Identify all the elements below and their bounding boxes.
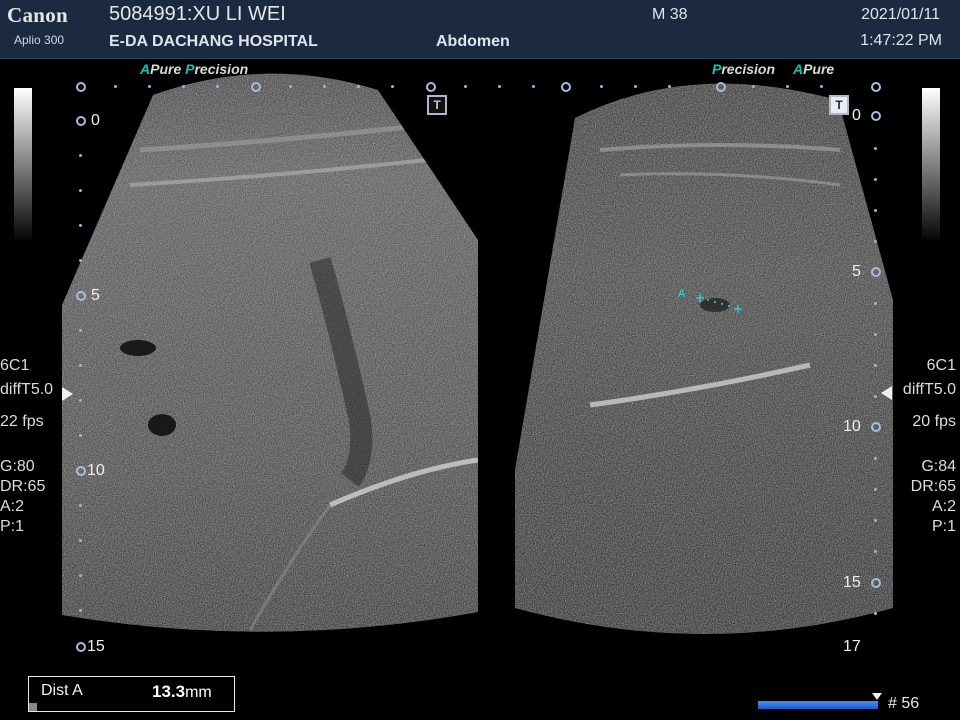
- left-depth-dot: [79, 609, 82, 612]
- right-transducer: 6C1: [926, 357, 956, 374]
- left-depth-dot: [79, 189, 82, 192]
- right-depth-dot: [874, 457, 877, 460]
- left-brand-label: APure Precision: [140, 61, 249, 77]
- left-filter: diffT5.0: [0, 381, 54, 398]
- top-scale-ring: [76, 82, 86, 92]
- top-scale-dot: [289, 85, 292, 88]
- left-orientation-marker: T: [427, 95, 447, 115]
- right-depth-label: 5: [852, 263, 861, 280]
- right-focus-marker-icon: [881, 386, 892, 400]
- cine-position-marker-icon[interactable]: [872, 693, 882, 700]
- top-scale-dot: [820, 85, 823, 88]
- right-depth-dot: [874, 240, 877, 243]
- right-depth-dot: [874, 395, 877, 398]
- top-scale-dot: [148, 85, 151, 88]
- top-scale-dot: [634, 85, 637, 88]
- right-depth-label: 0: [852, 107, 861, 124]
- left-depth-dot: [79, 574, 82, 577]
- top-scale-ring: [426, 82, 436, 92]
- left-depth-dot: [79, 434, 82, 437]
- left-depth-ring: [76, 642, 86, 652]
- right-depth-dot: [874, 364, 877, 367]
- left-depth-dot: [79, 399, 82, 402]
- right-depth-ring: [871, 578, 881, 588]
- right-depth-label: 15: [843, 574, 861, 591]
- right-depth-dot: [874, 550, 877, 553]
- left-grayscale-bar: [14, 88, 32, 243]
- top-scale-ring: [871, 82, 881, 92]
- frame-number: # 56: [888, 695, 920, 712]
- left-depth-label: 15: [87, 638, 105, 655]
- right-dynamic-range: DR:65: [910, 478, 956, 495]
- ultrasound-images: [62, 73, 893, 635]
- left-depth-dot: [79, 539, 82, 542]
- top-scale-ring: [251, 82, 261, 92]
- top-scale-dot: [216, 85, 219, 88]
- right-depth-dot: [874, 519, 877, 522]
- measurement-box-corner: [29, 703, 37, 711]
- top-scale-dot: [391, 85, 394, 88]
- left-focus-marker-icon: [62, 387, 73, 401]
- right-depth-dot: [874, 209, 877, 212]
- top-scale-dot: [357, 85, 360, 88]
- left-depth-label: 10: [87, 462, 105, 479]
- right-depth-dot: [874, 612, 877, 615]
- measurement-label: Dist A: [41, 682, 83, 699]
- left-depth-dot: [79, 364, 82, 367]
- top-scale-ring: [561, 82, 571, 92]
- right-depth-ring: [871, 422, 881, 432]
- right-ultrasound-image: [515, 83, 893, 635]
- left-depth-dot: [79, 329, 82, 332]
- right-frame-rate: 20 fps: [912, 413, 956, 430]
- left-depth-ring: [76, 116, 86, 126]
- left-depth-label: 0: [91, 112, 100, 129]
- top-scale-dot: [668, 85, 671, 88]
- measurement-box: Dist A 13.3mm: [28, 676, 235, 712]
- left-p-setting: P:1: [0, 518, 25, 535]
- right-orientation-marker: T: [829, 95, 849, 115]
- top-scale-dot: [600, 85, 603, 88]
- left-ultrasound-image: [62, 73, 478, 632]
- measurement-value: 13.3mm: [152, 682, 212, 701]
- left-depth-ring: [76, 466, 86, 476]
- right-depth-ring: [871, 267, 881, 277]
- top-scale-ring: [716, 82, 726, 92]
- left-depth-ring: [76, 291, 86, 301]
- left-depth-label: 5: [91, 287, 100, 304]
- top-scale-dot: [323, 85, 326, 88]
- right-depth-dot: [874, 178, 877, 181]
- right-a-setting: A:2: [931, 498, 956, 515]
- right-depth-dot: [874, 333, 877, 336]
- left-depth-dot: [79, 259, 82, 262]
- top-scale-dot: [532, 85, 535, 88]
- left-frame-rate: 22 fps: [0, 413, 44, 430]
- top-scale-dot: [182, 85, 185, 88]
- top-scale-dot: [752, 85, 755, 88]
- caliper-line[interactable]: [693, 292, 745, 314]
- right-depth-ring: [871, 111, 881, 121]
- right-depth-dot: [874, 488, 877, 491]
- left-gain: G:80: [0, 458, 35, 475]
- caliper-label: A: [678, 288, 686, 300]
- top-scale-dot: [464, 85, 467, 88]
- top-scale-dot: [786, 85, 789, 88]
- left-depth-dot: [79, 154, 82, 157]
- right-depth-dot: [874, 147, 877, 150]
- left-depth-dot: [79, 504, 82, 507]
- left-depth-dot: [79, 224, 82, 227]
- right-depth-dot: [874, 302, 877, 305]
- right-gain: G:84: [921, 458, 956, 475]
- right-brand-label: Precision APure: [712, 61, 835, 77]
- left-transducer: 6C1: [0, 357, 30, 374]
- right-p-setting: P:1: [931, 518, 956, 535]
- cine-progress-bar[interactable]: [758, 701, 878, 709]
- right-depth-label: 17: [843, 638, 861, 655]
- top-scale-dot: [114, 85, 117, 88]
- left-a-setting: A:2: [0, 498, 25, 515]
- top-scale-dot: [498, 85, 501, 88]
- right-filter: diffT5.0: [902, 381, 956, 398]
- left-dynamic-range: DR:65: [0, 478, 46, 495]
- right-grayscale-bar: [922, 88, 940, 243]
- right-depth-label: 10: [843, 418, 861, 435]
